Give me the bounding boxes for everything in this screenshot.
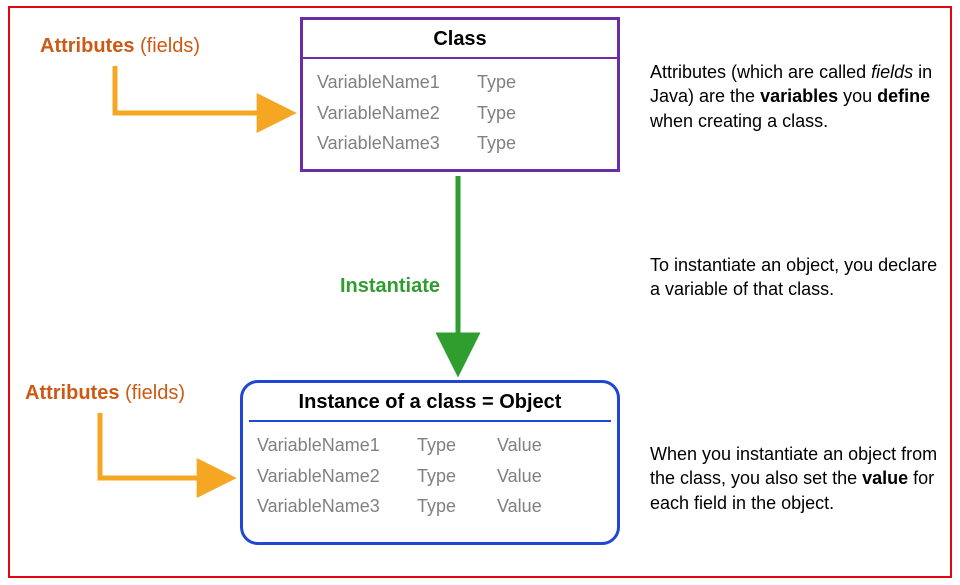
paragraph-instantiate: To instantiate an object, you declare a … [650,253,940,302]
instance-row: VariableName1 Type Value [257,430,603,461]
paragraph-value: When you instantiate an object from the … [650,442,940,515]
instance-row: VariableName2 Type Value [257,461,603,492]
var-name: VariableName1 [317,67,477,98]
instance-box-rows: VariableName1 Type Value VariableName2 T… [243,422,617,530]
var-type: Type [477,128,557,159]
instance-box: Instance of a class = Object VariableNam… [240,380,620,545]
attributes-label-top: Attributes (fields) [40,35,200,58]
var-value: Value [497,430,577,461]
var-name: VariableName3 [317,128,477,159]
paragraph-attributes: Attributes (which are called fields in J… [650,60,940,133]
diagram-canvas: Attributes (fields) Attributes (fields) … [0,0,960,585]
class-row: VariableName2 Type [317,98,603,129]
var-type: Type [417,491,497,522]
var-name: VariableName3 [257,491,417,522]
var-name: VariableName1 [257,430,417,461]
var-type: Type [477,98,557,129]
class-row: VariableName1 Type [317,67,603,98]
instance-row: VariableName3 Type Value [257,491,603,522]
instance-box-title: Instance of a class = Object [243,383,617,420]
var-name: VariableName2 [317,98,477,129]
instantiate-label: Instantiate [340,275,440,298]
class-box-rows: VariableName1 Type VariableName2 Type Va… [303,59,617,167]
class-box: Class VariableName1 Type VariableName2 T… [300,17,620,172]
var-value: Value [497,491,577,522]
class-box-title: Class [303,20,617,57]
var-type: Type [417,461,497,492]
class-row: VariableName3 Type [317,128,603,159]
var-name: VariableName2 [257,461,417,492]
var-value: Value [497,461,577,492]
attributes-label-bottom: Attributes (fields) [25,382,185,405]
var-type: Type [477,67,557,98]
var-type: Type [417,430,497,461]
